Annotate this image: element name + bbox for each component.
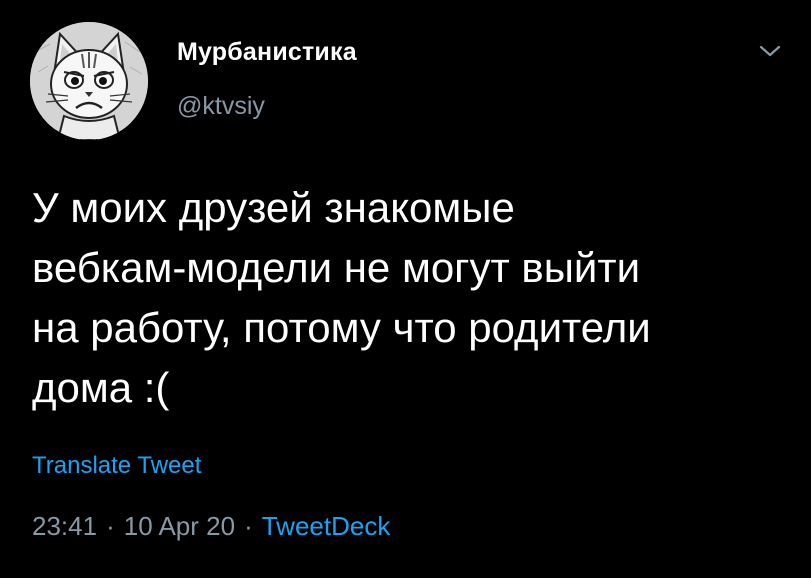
tweet-menu-button[interactable] (757, 40, 783, 62)
meta-separator: · (106, 511, 115, 541)
tweet-card: Мурбанистика @ktvsiy У моих друзей знако… (0, 0, 811, 578)
author-handle[interactable]: @ktvsiy (177, 92, 265, 121)
avatar[interactable] (30, 22, 148, 140)
author-display-name[interactable]: Мурбанистика (177, 38, 357, 67)
tweet-text: У моих друзей знакомые вебкам-модели не … (32, 184, 651, 411)
tweet-meta: 23:41 · 10 Apr 20 · TweetDeck (32, 511, 390, 542)
chevron-down-icon (759, 45, 781, 57)
grumpy-cat-icon (30, 22, 148, 140)
translate-tweet-link[interactable]: Translate Tweet (32, 452, 201, 480)
tweet-time[interactable]: 23:41 (32, 511, 97, 541)
tweet-date[interactable]: 10 Apr 20 (124, 511, 235, 541)
meta-separator: · (244, 511, 253, 541)
tweet-source-link[interactable]: TweetDeck (262, 511, 391, 541)
